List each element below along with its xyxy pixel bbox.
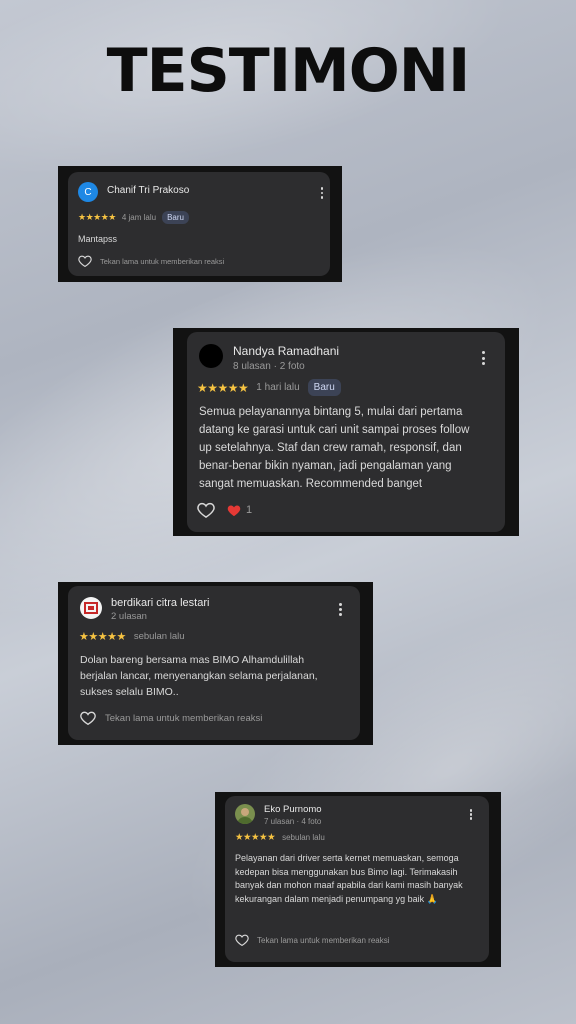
avatar-letter: C [84, 186, 92, 198]
review-card: C Chanif Tri Prakoso ★★★★★ 4 jam lalu Ba… [68, 172, 330, 276]
reviewer-name[interactable]: Eko Purnomo [264, 804, 322, 815]
avatar[interactable]: C [78, 182, 98, 202]
review-time: 1 hari lalu [256, 382, 300, 393]
reaction-hint: Tekan lama untuk memberikan reaksi [100, 256, 225, 266]
review-text: Pelayanan dari driver serta kernet memua… [235, 853, 463, 904]
review-text: Mantapss [78, 234, 118, 244]
red-heart-icon[interactable] [227, 504, 241, 517]
review-time: sebulan lalu [133, 631, 185, 642]
review-time: 4 jam lalu [121, 213, 157, 222]
more-options-icon[interactable] [481, 351, 485, 365]
reviewer-name[interactable]: berdikari citra lestari [111, 597, 209, 609]
heart-outline-icon[interactable] [197, 502, 215, 518]
review-text: Dolan bareng bersama mas BIMO Alhamdulil… [80, 654, 318, 698]
more-options-icon[interactable] [320, 187, 324, 199]
reviewer-meta: 2 ulasan [111, 611, 147, 622]
heart-outline-icon[interactable] [80, 711, 96, 725]
review-card: Nandya Ramadhani 8 ulasan · 2 foto ★★★★★… [187, 332, 505, 532]
reaction-row[interactable]: Tekan lama untuk memberikan reaksi [235, 934, 390, 946]
review-time: sebulan lalu [282, 833, 325, 842]
review-frame-4: Eko Purnomo 7 ulasan · 4 foto ★★★★★ sebu… [215, 792, 501, 967]
star-rating: ★★★★★ [235, 832, 276, 843]
review-frame-3: berdikari citra lestari 2 ulasan ★★★★★ s… [58, 582, 373, 745]
review-frame-1: C Chanif Tri Prakoso ★★★★★ 4 jam lalu Ba… [58, 166, 342, 282]
avatar[interactable] [235, 804, 255, 824]
new-badge: Baru [307, 379, 341, 396]
heart-outline-icon[interactable] [78, 255, 92, 267]
review-text: Semua pelayanannya bintang 5, mulai dari… [199, 406, 470, 490]
star-rating: ★★★★★ [79, 631, 126, 643]
new-badge: Baru [162, 211, 189, 224]
review-frame-2: Nandya Ramadhani 8 ulasan · 2 foto ★★★★★… [173, 328, 519, 536]
review-card: Eko Purnomo 7 ulasan · 4 foto ★★★★★ sebu… [225, 796, 489, 962]
reaction-row[interactable]: Tekan lama untuk memberikan reaksi [80, 711, 262, 725]
star-rating: ★★★★★ [78, 212, 116, 222]
reaction-count: 1 [246, 504, 253, 516]
reaction-hint: Tekan lama untuk memberikan reaksi [257, 935, 390, 945]
reaction-row[interactable]: 1 [197, 502, 252, 518]
more-options-icon[interactable] [338, 603, 342, 616]
reviewer-name[interactable]: Chanif Tri Prakoso [107, 185, 189, 196]
company-logo-avatar[interactable] [80, 597, 102, 619]
review-card: berdikari citra lestari 2 ulasan ★★★★★ s… [68, 586, 360, 740]
page-title: TESTIMONI [106, 36, 471, 106]
star-rating: ★★★★★ [197, 380, 249, 395]
heart-outline-icon[interactable] [235, 934, 249, 946]
reviewer-meta: 8 ulasan · 2 foto [233, 361, 305, 372]
avatar[interactable] [199, 344, 223, 368]
more-options-icon[interactable] [469, 809, 473, 820]
reviewer-name[interactable]: Nandya Ramadhani [233, 344, 339, 358]
reaction-hint: Tekan lama untuk memberikan reaksi [105, 712, 263, 724]
reaction-row[interactable]: Tekan lama untuk memberikan reaksi [78, 255, 224, 267]
reviewer-meta: 7 ulasan · 4 foto [264, 817, 322, 826]
